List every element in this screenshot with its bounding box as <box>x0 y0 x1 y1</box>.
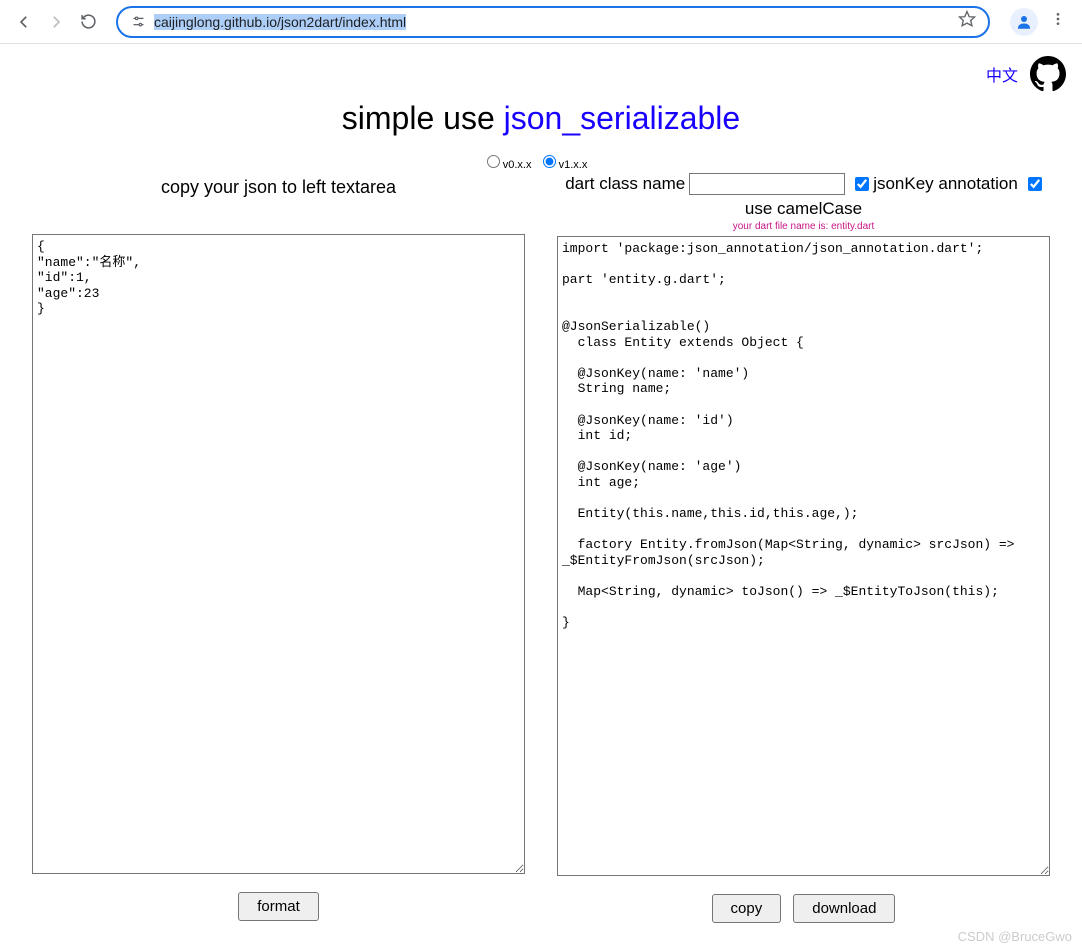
json-input-textarea[interactable] <box>32 234 525 874</box>
version-v1-radio[interactable] <box>543 155 556 168</box>
title-prefix: simple use <box>342 100 504 136</box>
site-settings-icon[interactable] <box>130 14 146 30</box>
browser-menu-icon[interactable] <box>1046 7 1070 36</box>
camelcase-checkbox[interactable] <box>1028 177 1042 191</box>
page-content: 中文 simple use json_serializable v0.x.x v… <box>0 44 1082 935</box>
left-heading: copy your json to left textarea <box>161 177 396 198</box>
class-name-input[interactable] <box>689 173 845 195</box>
jsonkey-label: jsonKey annotation <box>873 174 1018 194</box>
browser-toolbar: caijinglong.github.io/json2dart/index.ht… <box>0 0 1082 44</box>
dart-output-textarea[interactable] <box>557 236 1050 876</box>
left-column: copy your json to left textarea format <box>32 173 525 923</box>
address-bar[interactable]: caijinglong.github.io/json2dart/index.ht… <box>116 6 990 38</box>
forward-button[interactable] <box>44 10 68 34</box>
right-column: dart class name jsonKey annotation use c… <box>557 173 1050 923</box>
back-button[interactable] <box>12 10 36 34</box>
version-v0-radio[interactable] <box>487 155 500 168</box>
filename-hint: your dart file name is: entity.dart <box>733 221 875 232</box>
version-selector: v0.x.x v1.x.x <box>16 155 1066 171</box>
watermark: CSDN @BruceGwo <box>958 929 1072 944</box>
github-icon[interactable] <box>1030 56 1066 92</box>
profile-avatar[interactable] <box>1010 8 1038 36</box>
jsonkey-checkbox[interactable] <box>855 177 869 191</box>
download-button[interactable]: download <box>793 894 895 923</box>
version-v0-option[interactable]: v0.x.x <box>487 159 532 171</box>
camelcase-label: use camelCase <box>745 199 862 219</box>
page-title: simple use json_serializable <box>16 100 1066 137</box>
version-v1-option[interactable]: v1.x.x <box>543 159 588 171</box>
url-text: caijinglong.github.io/json2dart/index.ht… <box>154 14 950 30</box>
reload-button[interactable] <box>76 10 100 34</box>
copy-button[interactable]: copy <box>712 894 782 923</box>
format-button[interactable]: format <box>238 892 319 921</box>
right-options: dart class name jsonKey annotation use c… <box>557 173 1050 219</box>
bookmark-star-icon[interactable] <box>958 10 976 33</box>
title-link[interactable]: json_serializable <box>504 100 741 136</box>
right-buttons: copy download <box>712 894 896 923</box>
language-link[interactable]: 中文 <box>986 62 1018 86</box>
top-links: 中文 <box>16 56 1066 92</box>
class-name-label: dart class name <box>565 174 685 194</box>
